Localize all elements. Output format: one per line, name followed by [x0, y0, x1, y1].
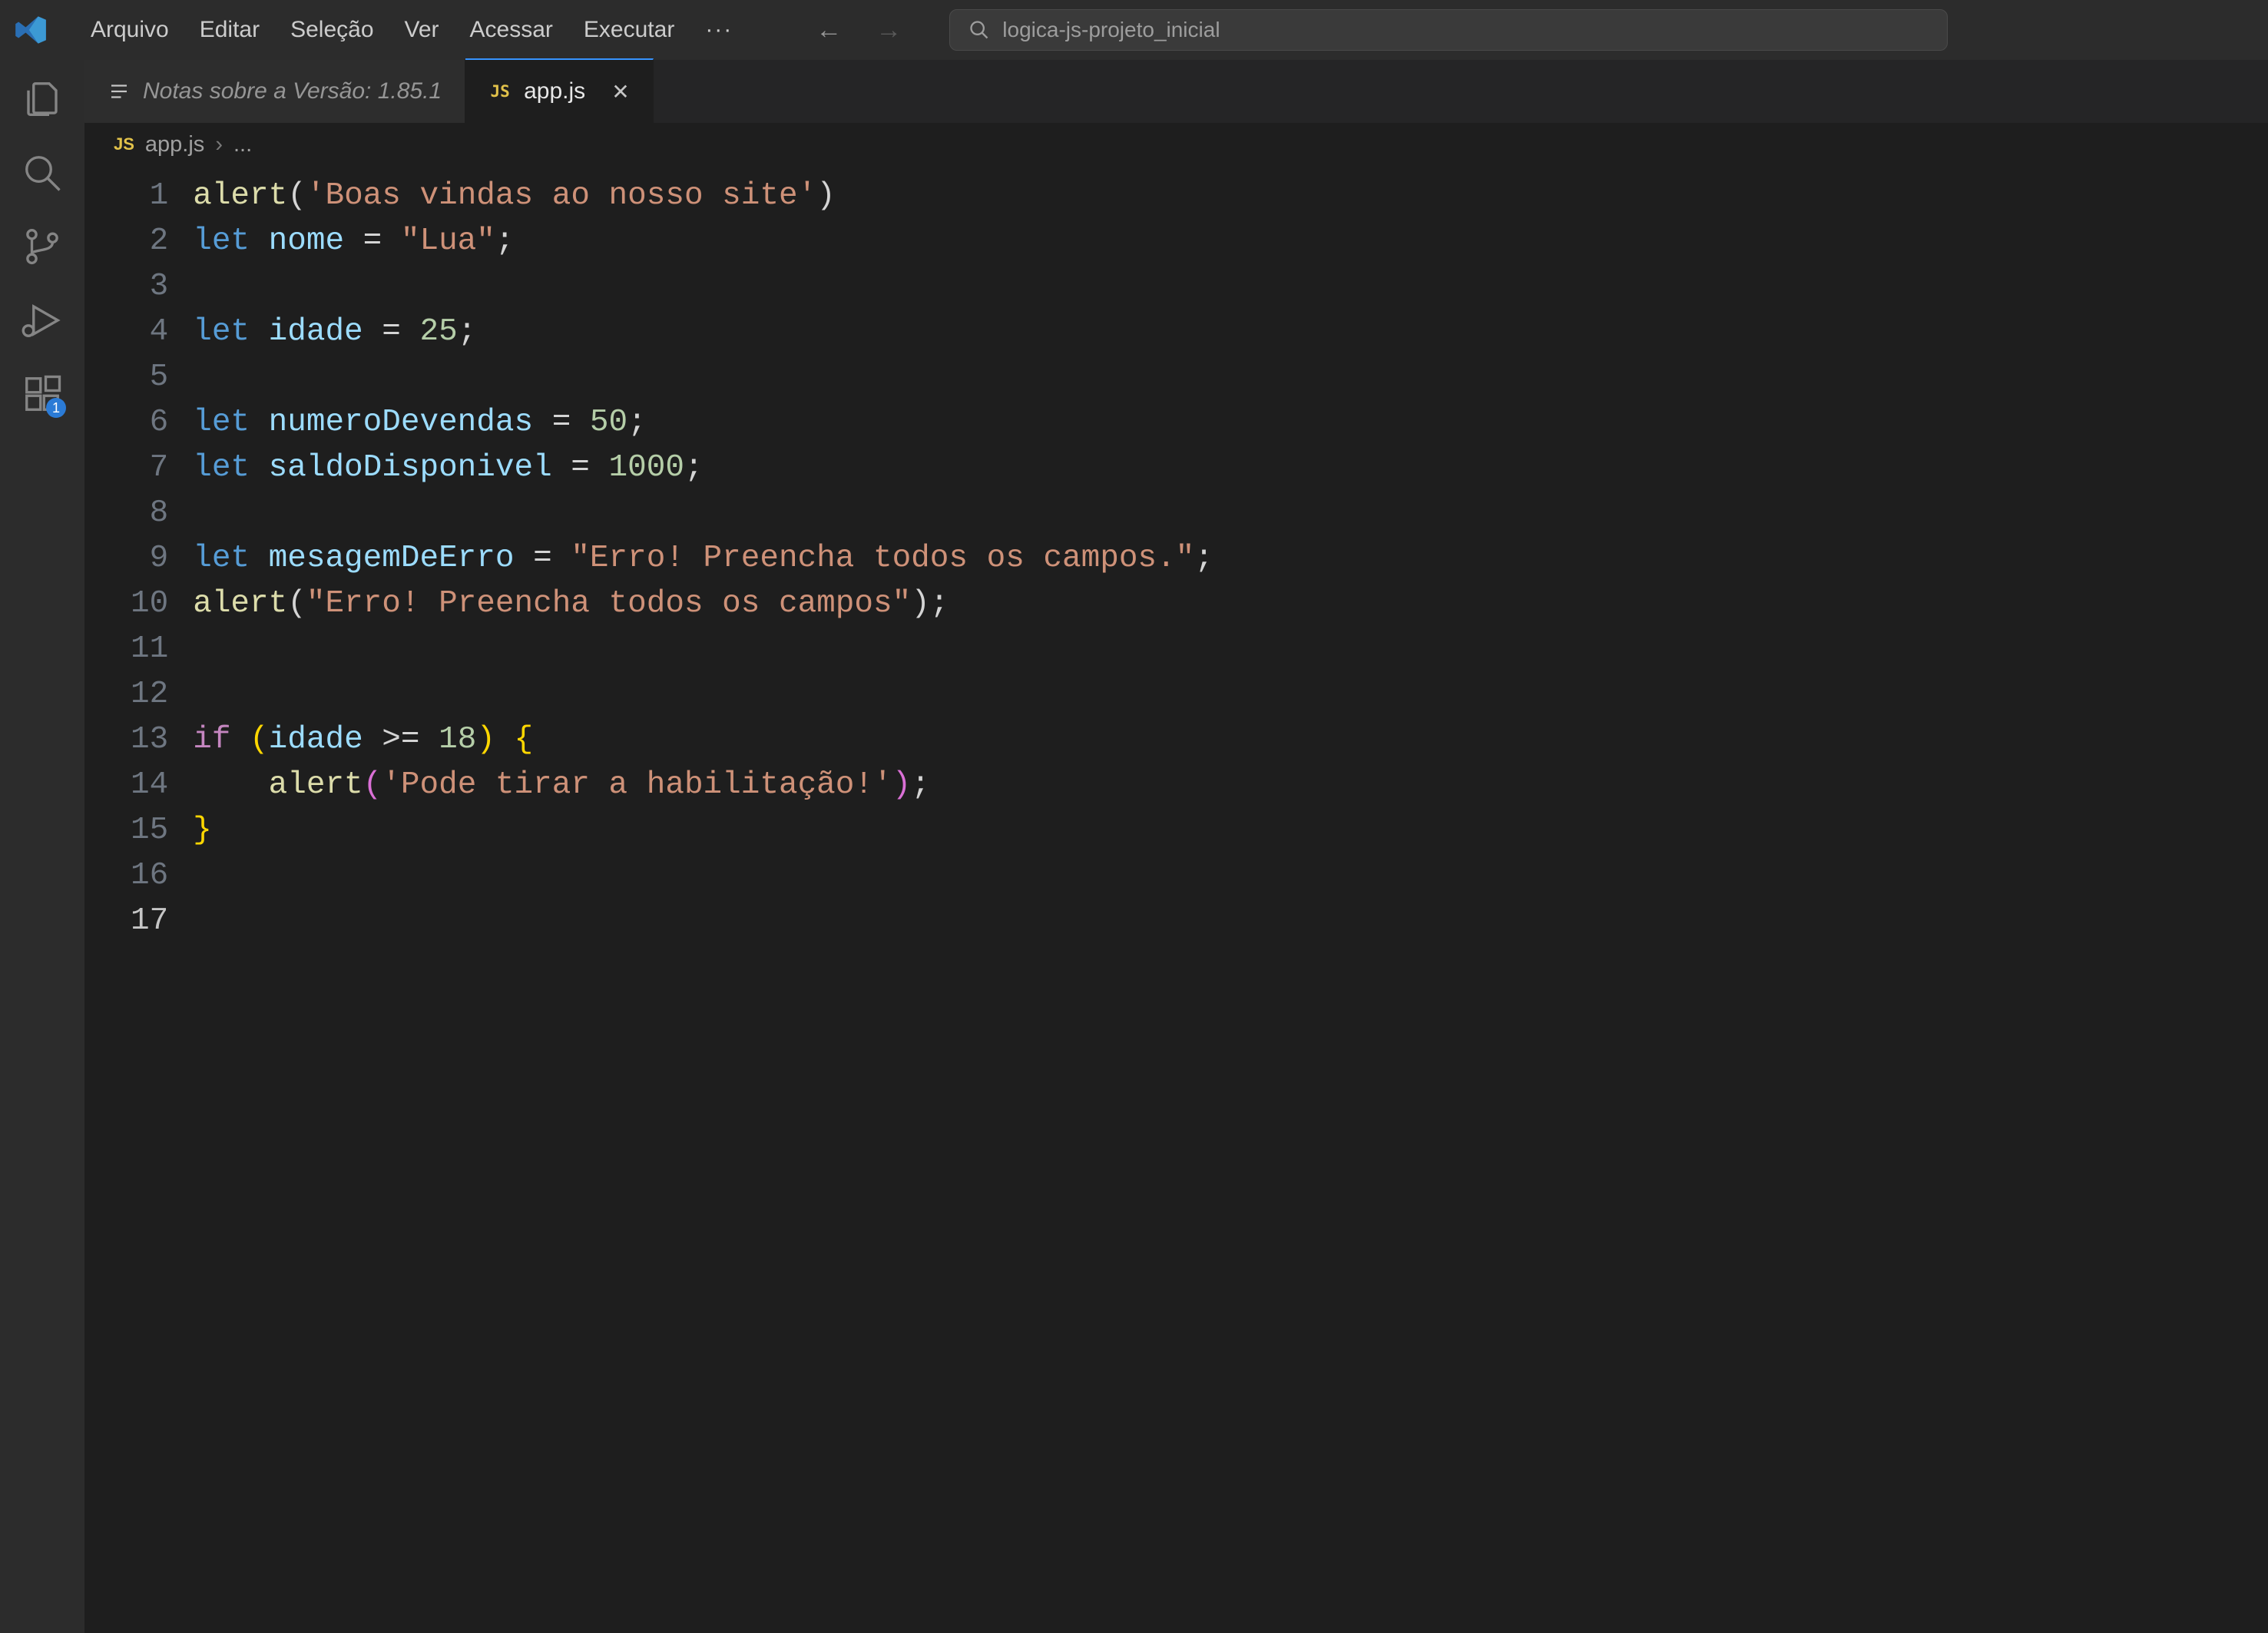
play-bug-icon: [22, 300, 63, 341]
code-line[interactable]: let mesagemDeErro = "Erro! Preencha todo…: [193, 536, 1213, 581]
code-line[interactable]: [193, 264, 1213, 310]
close-icon[interactable]: ✕: [611, 79, 629, 104]
tab-app-js[interactable]: JS app.js ✕: [465, 58, 654, 123]
code-line[interactable]: let saldoDisponivel = 1000;: [193, 446, 1213, 491]
line-number: 16: [131, 853, 168, 899]
code-line[interactable]: [193, 672, 1213, 717]
code-line[interactable]: alert("Erro! Preencha todos os campos");: [193, 581, 1213, 627]
nav-back-icon[interactable]: ←: [810, 12, 848, 48]
line-number: 5: [131, 355, 168, 400]
files-icon: [22, 78, 63, 120]
menu-item-acessar[interactable]: Acessar: [455, 12, 568, 48]
breadcrumb[interactable]: JS app.js › ...: [84, 123, 2268, 166]
code-line[interactable]: let numeroDevendas = 50;: [193, 400, 1213, 446]
app-root: Arquivo Editar Seleção Ver Acessar Execu…: [0, 0, 2268, 1633]
tab-bar: Notas sobre a Versão: 1.85.1 JS app.js ✕: [84, 60, 2268, 123]
menu-item-ver[interactable]: Ver: [389, 12, 455, 48]
code-line[interactable]: [193, 355, 1213, 400]
line-number: 10: [131, 581, 168, 627]
code-line[interactable]: let idade = 25;: [193, 310, 1213, 355]
git-branch-icon: [22, 226, 63, 267]
code-line[interactable]: alert('Boas vindas ao nosso site'): [193, 174, 1213, 219]
command-center-search[interactable]: logica-js-projeto_inicial: [949, 9, 1948, 51]
line-number: 15: [131, 808, 168, 853]
release-notes-icon: [108, 80, 131, 103]
menu-overflow-icon[interactable]: ···: [690, 12, 748, 48]
line-number: 11: [131, 627, 168, 672]
menu-item-arquivo[interactable]: Arquivo: [75, 12, 184, 48]
menubar: Arquivo Editar Seleção Ver Acessar Execu…: [0, 0, 2268, 60]
code-line[interactable]: alert('Pode tirar a habilitação!');: [193, 763, 1213, 808]
menu-items: Arquivo Editar Seleção Ver Acessar Execu…: [75, 12, 748, 48]
tab-label: Notas sobre a Versão: 1.85.1: [143, 78, 442, 104]
activity-search[interactable]: [20, 151, 65, 195]
line-number: 17: [131, 899, 168, 944]
search-placeholder: logica-js-projeto_inicial: [1002, 18, 1220, 42]
activity-bar: 1: [0, 60, 84, 1633]
chevron-right-icon: ›: [215, 132, 223, 157]
code-line[interactable]: }: [193, 808, 1213, 853]
menu-item-selecao[interactable]: Seleção: [275, 12, 389, 48]
menu-item-executar[interactable]: Executar: [568, 12, 690, 48]
activity-source-control[interactable]: [20, 224, 65, 269]
line-number: 9: [131, 536, 168, 581]
tab-label: app.js: [524, 78, 585, 104]
search-icon: [22, 152, 63, 194]
main-area: 1 Notas sobre a Versão: 1.85.1 JS app.js: [0, 60, 2268, 1633]
line-number: 3: [131, 264, 168, 310]
line-number-gutter: 1234567891011121314151617: [84, 166, 193, 1633]
activity-extensions[interactable]: 1: [20, 372, 65, 416]
nav-forward-icon[interactable]: →: [869, 12, 908, 48]
js-file-icon: JS: [488, 80, 512, 103]
line-number: 2: [131, 219, 168, 264]
line-number: 7: [131, 446, 168, 491]
vscode-logo-icon: [14, 13, 48, 47]
breadcrumb-file: app.js: [145, 132, 204, 157]
line-number: 12: [131, 672, 168, 717]
nav-arrows: ← →: [810, 12, 908, 48]
tab-release-notes[interactable]: Notas sobre a Versão: 1.85.1: [84, 60, 465, 123]
code-content[interactable]: alert('Boas vindas ao nosso site')let no…: [193, 166, 1213, 1633]
line-number: 6: [131, 400, 168, 446]
search-icon: [968, 19, 990, 41]
code-line[interactable]: let nome = "Lua";: [193, 219, 1213, 264]
activity-run-debug[interactable]: [20, 298, 65, 343]
code-line[interactable]: [193, 491, 1213, 536]
editor-area: Notas sobre a Versão: 1.85.1 JS app.js ✕…: [84, 60, 2268, 1633]
breadcrumb-tail: ...: [233, 132, 252, 157]
line-number: 1: [131, 174, 168, 219]
js-file-icon: JS: [114, 134, 134, 154]
line-number: 14: [131, 763, 168, 808]
menu-item-editar[interactable]: Editar: [184, 12, 275, 48]
code-line[interactable]: [193, 627, 1213, 672]
code-line[interactable]: [193, 853, 1213, 899]
activity-explorer[interactable]: [20, 77, 65, 121]
line-number: 8: [131, 491, 168, 536]
code-line[interactable]: if (idade >= 18) {: [193, 717, 1213, 763]
code-line[interactable]: [193, 899, 1213, 944]
extensions-badge: 1: [46, 398, 66, 418]
line-number: 13: [131, 717, 168, 763]
line-number: 4: [131, 310, 168, 355]
code-editor[interactable]: 1234567891011121314151617 alert('Boas vi…: [84, 166, 2268, 1633]
